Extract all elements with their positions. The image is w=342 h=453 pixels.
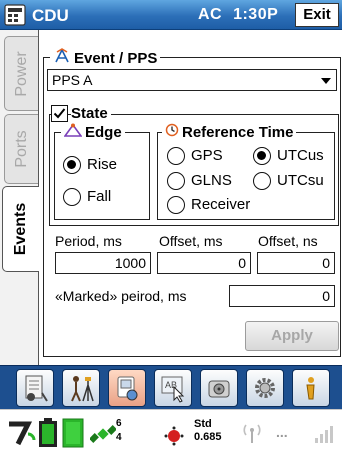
tab-power-label: Power [12,50,30,97]
more-indicator: ... [276,424,288,440]
ref-utcus-radio[interactable] [253,147,271,165]
checkmark-icon [53,108,66,119]
edge-group: Edge [54,123,150,220]
state-label: State [71,105,111,122]
gnss-logo-icon [6,420,36,451]
ref-utcsu-radio[interactable] [253,172,271,190]
ref-glns-radio[interactable] [167,172,185,190]
offset-ms-field[interactable]: 0 [157,252,251,274]
state-checkbox[interactable] [51,105,68,122]
vertical-tab-strip: Power Ports Events [0,30,39,365]
surveyor-tripod-icon[interactable] [62,369,100,407]
external-power-icon [62,418,84,453]
reference-time-label: Reference Time [182,123,294,141]
pda-menu-icon[interactable] [3,4,27,26]
solution-precision: 0.685 [194,431,222,443]
ref-utcsu-label: UTCsu [277,172,324,189]
solution-status-icon [164,426,184,451]
edge-fall-radio[interactable] [63,188,81,206]
edge-rise-label: Rise [87,156,118,173]
solution-type: Std [194,418,212,430]
edge-rise-radio[interactable] [63,156,81,174]
tab-events[interactable]: Events [2,186,39,272]
gear-icon[interactable] [246,369,284,407]
clock-time: 1:30P [233,6,279,23]
ref-receiver-radio[interactable] [167,196,185,214]
period-field[interactable]: 1000 [55,252,151,274]
tab-power[interactable]: Power [4,36,38,111]
offset-ms-label: Offset, ms [159,233,223,249]
ref-glns-label: GLNS [191,172,232,189]
ref-gps-radio[interactable] [167,147,185,165]
clock-icon [165,123,179,141]
period-label: Period, ms [55,233,122,249]
edge-label: Edge [85,123,122,141]
satellites-used-count: 6 [116,418,122,429]
cdu-settings-icon[interactable] [108,369,146,407]
receiver-notebook-icon[interactable] [16,369,54,407]
events-panel: Event / PPS PPS A State Edge Rise Fall R… [38,30,342,365]
ref-utcus-label: UTCus [277,147,324,164]
info-icon[interactable] [292,369,330,407]
title-bar: CDU AC 1:30P Exit [0,0,342,30]
map-cursor-icon[interactable]: AB [154,369,192,407]
satellites-tracked-count: 4 [116,432,122,443]
power-source: AC [198,6,223,23]
event-pps-label: Event / PPS [74,49,158,67]
edge-legend: Edge [61,123,125,141]
radio-signal-icon [240,422,264,449]
satellite-icon [89,422,117,451]
edge-fall-label: Fall [87,188,112,205]
tab-ports-label: Ports [12,130,30,168]
signal-bars-icon [314,424,334,449]
chevron-down-icon [321,78,331,84]
offset-ns-field[interactable]: 0 [257,252,335,274]
battery-icon [38,418,58,453]
event-pps-legend: Event / PPS [50,48,161,68]
marked-period-label: «Marked» peirod, ms [55,288,187,304]
ref-gps-label: GPS [191,147,223,164]
edge-triangle-icon [63,123,83,141]
marked-period-field[interactable]: 0 [229,285,335,307]
bottom-toolbar: AB [0,365,342,409]
reference-time-legend: Reference Time [162,123,297,141]
offset-ns-label: Offset, ns [258,233,318,249]
power-time-status: AC 1:30P [198,6,278,24]
ref-receiver-label: Receiver [191,196,251,213]
tab-events-label: Events [12,202,29,256]
app-title: CDU [32,6,69,25]
data-disk-icon[interactable] [200,369,238,407]
antenna-icon [53,48,71,68]
tab-ports[interactable]: Ports [4,114,38,184]
event-select-value: PPS A [52,72,93,88]
status-bar: 6 4 Std 0.685 ... [0,409,342,453]
apply-button[interactable]: Apply [245,321,339,351]
event-select-dropdown[interactable]: PPS A [47,69,337,91]
exit-button[interactable]: Exit [295,3,339,27]
